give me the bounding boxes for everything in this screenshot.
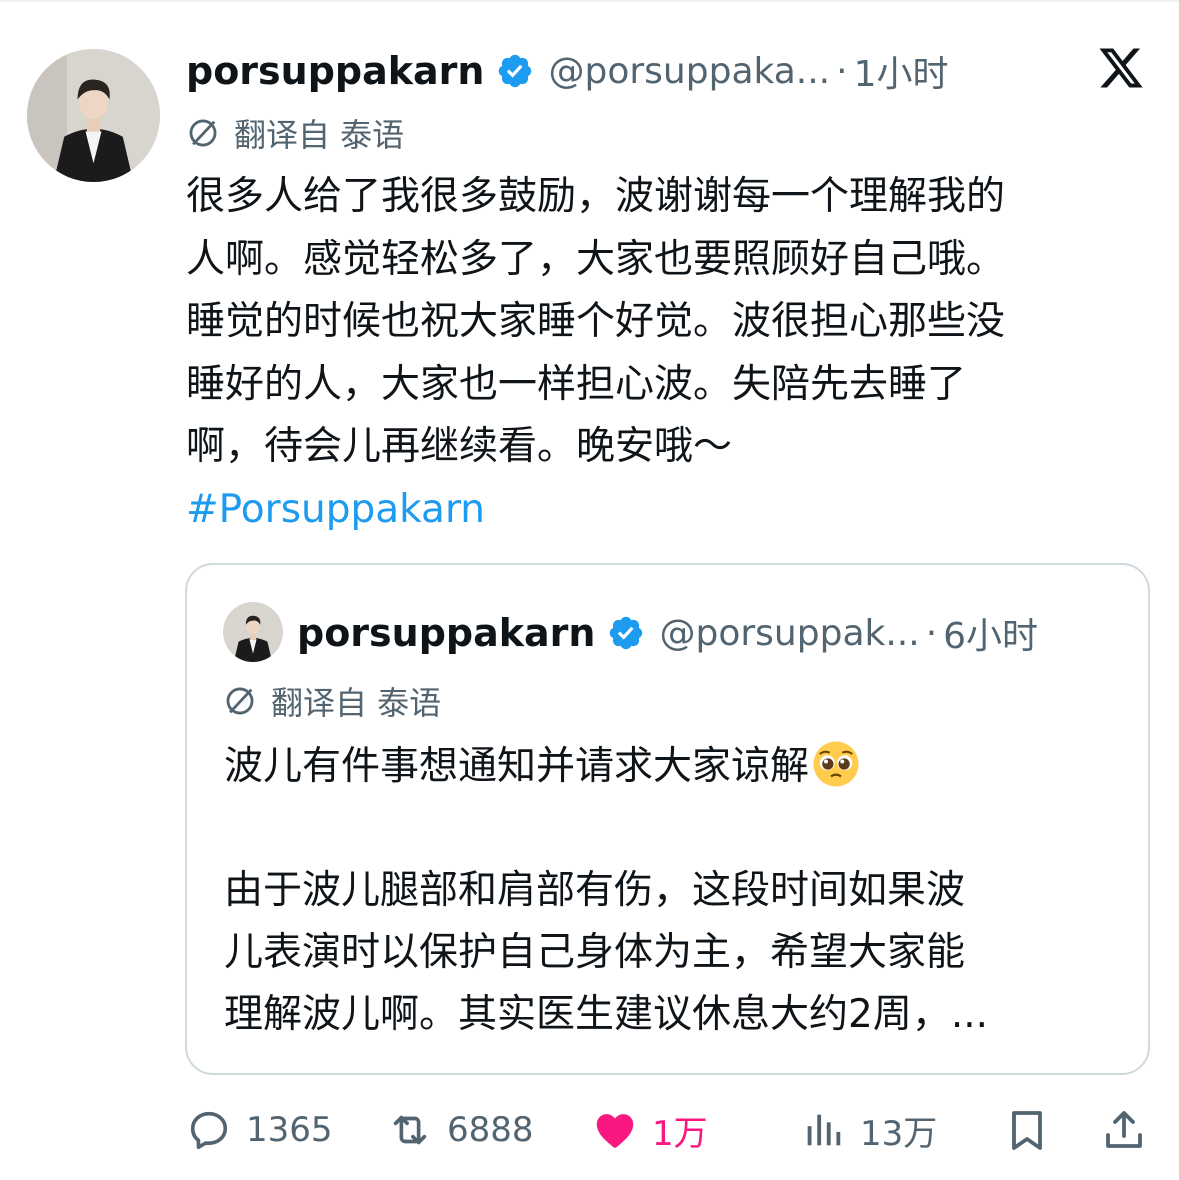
- share-icon[interactable]: [1100, 1106, 1148, 1154]
- quoted-text-line: 由于波儿腿部和肩部有伤，这段时间如果波: [224, 868, 966, 913]
- timestamp[interactable]: 1小时: [854, 45, 949, 97]
- quoted-timestamp: 6小时: [943, 616, 1039, 657]
- separator-dot: ·: [836, 50, 848, 92]
- tweet-body: 很多人给了我很多鼓励，波谢谢每一个理解我的 人啊。感觉轻松多了，大家也要照顾好自…: [186, 166, 1146, 541]
- like-button[interactable]: 1万: [592, 1098, 708, 1162]
- quoted-text-segment: 波儿有件事想通知并请求大家谅解: [224, 744, 810, 789]
- repost-count: 6888: [447, 1110, 534, 1150]
- translate-label: 翻译自 泰语: [234, 116, 405, 154]
- heart-filled-icon: [596, 1114, 634, 1148]
- translate-icon: [189, 119, 217, 147]
- display-name[interactable]: porsuppakarn: [186, 49, 484, 93]
- translate-label: 翻译自 泰语: [271, 684, 442, 722]
- repost-button[interactable]: 6888: [387, 1098, 534, 1162]
- tweet-text-line: 睡好的人，大家也一样担心波。失陪先去睡了: [186, 361, 967, 407]
- bookmark-icon[interactable]: [1003, 1106, 1051, 1154]
- quoted-translation-notice[interactable]: 翻译自 泰语: [223, 676, 441, 726]
- hashtag-link[interactable]: #Porsuppakarn: [186, 479, 1146, 542]
- avatar-photo: [27, 49, 160, 182]
- tweet-header: porsuppakarn @porsuppaka... · 1小时: [186, 40, 1016, 102]
- analytics-bars-icon: [807, 1114, 841, 1146]
- quoted-tweet-body: 波儿有件事想通知并请求大家谅解 由于波儿腿部和肩部有伤，这段时间如果波 儿表演时…: [224, 736, 1124, 1046]
- quoted-text-line: 理解波儿啊。其实医生建议休息大约2周，...: [224, 992, 989, 1037]
- repost-icon: [393, 1115, 427, 1145]
- top-divider: [0, 0, 1179, 2]
- quoted-text-line: 波儿有件事想通知并请求大家谅解: [224, 736, 1124, 798]
- tweet-text-line: 啊，待会儿再继续看。晚安哦～: [186, 424, 733, 469]
- tweet-text-line: 人啊。感觉轻松多了，大家也要照顾好自己哦。: [186, 236, 1006, 282]
- reply-count: 1365: [246, 1110, 333, 1150]
- quoted-avatar: [223, 602, 283, 662]
- tweet-text-line: 睡觉的时候也祝大家睡个好觉。波很担心那些没: [186, 299, 1006, 344]
- quoted-avatar-photo: [223, 602, 283, 662]
- handle[interactable]: @porsuppaka...: [548, 51, 830, 92]
- quoted-display-name: porsuppakarn: [297, 611, 596, 655]
- view-count: 13万: [860, 1113, 938, 1154]
- avatar[interactable]: [27, 49, 160, 182]
- pleading-face-emoji-icon: [813, 741, 859, 787]
- views-button[interactable]: 13万: [800, 1098, 937, 1162]
- verified-badge-icon: [610, 616, 643, 650]
- quoted-handle: @porsuppak...: [659, 612, 920, 654]
- quoted-text-line: 儿表演时以保护自己身体为主，希望大家能: [224, 930, 966, 975]
- translation-notice[interactable]: 翻译自 泰语: [186, 108, 404, 158]
- separator-dot: ·: [925, 612, 938, 654]
- quoted-text-line: [224, 798, 1124, 860]
- x-logo-icon[interactable]: [1097, 44, 1145, 92]
- action-bar: 1365 6888 1万 13万: [0, 1098, 1179, 1162]
- reply-button[interactable]: 1365: [186, 1098, 333, 1162]
- quoted-tweet-header: porsuppakarn @porsuppak... · 6小时: [297, 604, 1127, 662]
- like-count: 1万: [652, 1113, 708, 1154]
- translate-icon: [226, 687, 254, 715]
- verified-badge-icon: [499, 54, 532, 88]
- reply-icon: [190, 1111, 228, 1150]
- tweet-text-line: 很多人给了我很多鼓励，波谢谢每一个理解我的: [186, 174, 1006, 219]
